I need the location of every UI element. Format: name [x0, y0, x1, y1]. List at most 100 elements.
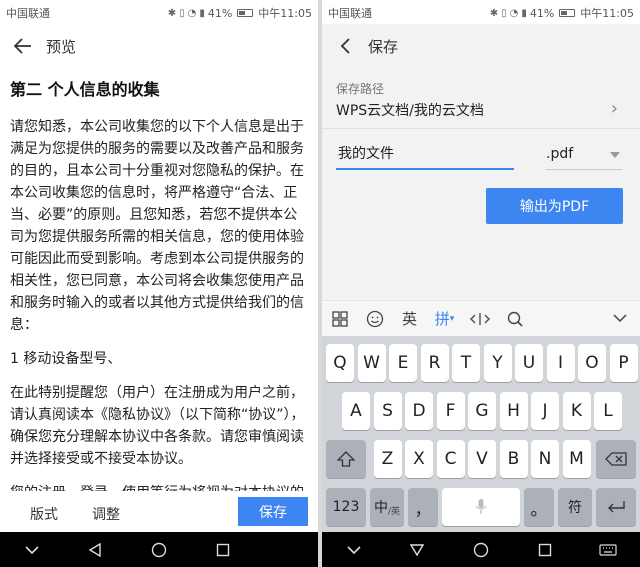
key-x[interactable]: X	[405, 440, 433, 478]
key-t[interactable]: T	[452, 344, 480, 382]
enter-arrow-icon	[608, 501, 625, 513]
signal-icon: ▮	[199, 7, 205, 19]
key-k[interactable]: K	[562, 392, 591, 430]
screenshot-composite: 中国联通 ✱ ▯ ◔ ▮ 41% 中午11:05 预览 第二 个人信息的收集 请…	[0, 0, 640, 567]
grid-menu-icon[interactable]	[322, 301, 357, 337]
system-nav-bar	[0, 532, 318, 567]
zh-label: 中	[373, 500, 388, 516]
enter-key[interactable]	[596, 488, 636, 526]
search-icon[interactable]	[497, 301, 532, 337]
dropdown-caret-icon: ▾	[449, 313, 455, 324]
key-j[interactable]: J	[531, 392, 559, 430]
save-button[interactable]: 保存	[238, 497, 308, 526]
soft-keyboard: Q W E R T Y U I O P A S D F G H J K L Z …	[322, 336, 640, 532]
section-heading: 第二 个人信息的收集	[10, 80, 160, 99]
nav-recent-icon[interactable]	[203, 532, 243, 567]
vibrate-icon: ▯	[501, 7, 507, 19]
keyboard-toolbar: 英 拼 ▾	[322, 300, 640, 336]
filename-input[interactable]: 我的文件	[336, 142, 514, 170]
extension-select[interactable]: .pdf	[546, 142, 622, 170]
nav-home-icon[interactable]	[461, 532, 501, 567]
status-bar: 中国联通 ✱ ▯ ◔ ▮ 41% 中午11:05	[0, 0, 318, 24]
key-n[interactable]: N	[531, 440, 559, 478]
key-b[interactable]: B	[499, 440, 528, 478]
emoji-icon[interactable]	[357, 301, 392, 337]
backspace-key[interactable]	[596, 440, 636, 478]
divider	[322, 128, 640, 129]
key-r[interactable]: R	[420, 344, 449, 382]
pinyin-mode-button[interactable]: 拼 ▾	[427, 301, 462, 337]
symbols-key[interactable]: 符	[558, 488, 592, 526]
paragraph: 您的注册、登录、使用等行为将视为对本协议的	[10, 482, 310, 491]
nav-back-icon[interactable]	[75, 532, 115, 567]
key-u[interactable]: U	[515, 344, 543, 382]
bluetooth-icon: ✱	[167, 7, 177, 19]
paragraph: 在此特别提醒您（用户）在注册成为用户之前，请认真阅读本《隐私协议》（以下简称“协…	[10, 385, 305, 467]
battery-icon	[237, 9, 254, 17]
carrier-name: 中国联通	[328, 7, 372, 20]
key-w[interactable]: W	[357, 344, 386, 382]
key-a[interactable]: A	[342, 392, 370, 430]
microphone-icon	[475, 499, 487, 514]
preview-screen: 中国联通 ✱ ▯ ◔ ▮ 41% 中午11:05 预览 第二 个人信息的收集 请…	[0, 0, 318, 567]
nav-down-icon[interactable]	[12, 532, 52, 567]
keyboard-switch-icon[interactable]	[588, 532, 628, 567]
app-header: 预览	[0, 24, 318, 68]
key-g[interactable]: G	[468, 392, 496, 430]
space-key[interactable]	[442, 488, 520, 526]
hide-keyboard-chevron-icon[interactable]	[600, 301, 640, 337]
app-header: 保存	[322, 24, 640, 68]
nav-home-icon[interactable]	[139, 532, 179, 567]
key-s[interactable]: S	[373, 392, 402, 430]
key-d[interactable]: D	[405, 392, 433, 430]
key-f[interactable]: F	[436, 392, 465, 430]
status-time: 中午11:05	[258, 7, 312, 20]
save-path-value[interactable]: WPS云文档/我的云文档	[336, 100, 484, 120]
backspace-icon	[605, 452, 627, 466]
nav-back-icon[interactable]	[397, 532, 437, 567]
key-c[interactable]: C	[436, 440, 465, 478]
shift-arrow-icon	[337, 451, 355, 467]
battery-percent: 41%	[207, 6, 233, 20]
chevron-right-icon[interactable]: ›	[611, 98, 618, 119]
shift-key[interactable]	[326, 440, 366, 478]
back-arrow-icon[interactable]	[0, 24, 46, 68]
cursor-move-icon[interactable]	[462, 301, 497, 337]
save-form: 保存路径 WPS云文档/我的云文档 › 我的文件 .pdf 输出为PDF	[322, 68, 640, 300]
document-content: 第二 个人信息的收集 请您知悉，本公司收集您的以下个人信息是出于满足为您提供的服…	[10, 76, 310, 491]
zh-en-switch-key[interactable]: 中/英	[370, 488, 404, 526]
battery-icon	[559, 9, 576, 17]
key-m[interactable]: M	[562, 440, 591, 478]
status-right: ✱ ▯ ◔ ▮ 41% 中午11:05	[168, 5, 312, 21]
paragraph: 请您知悉，本公司收集您的以下个人信息是出于满足为您提供的服务的需要以及改善产品和…	[10, 119, 304, 333]
lang-english-button[interactable]: 英	[392, 301, 427, 337]
layout-button[interactable]: 版式	[30, 504, 58, 524]
back-chevron-icon[interactable]	[322, 24, 368, 68]
system-nav-bar	[322, 532, 640, 567]
status-bar: 中国联通 ✱ ▯ ◔ ▮ 41% 中午11:05	[322, 0, 640, 24]
key-h[interactable]: H	[499, 392, 528, 430]
nav-recent-icon[interactable]	[525, 532, 565, 567]
comma-key[interactable]: ，	[408, 488, 438, 526]
save-screen: 中国联通 ✱ ▯ ◔ ▮ 41% 中午11:05 保存 保存路径 WPS云文档/…	[322, 0, 640, 567]
key-y[interactable]: Y	[483, 344, 512, 382]
key-q[interactable]: Q	[326, 344, 354, 382]
adjust-button[interactable]: 调整	[92, 504, 120, 524]
nav-down-icon[interactable]	[334, 532, 374, 567]
key-v[interactable]: V	[468, 440, 496, 478]
key-i[interactable]: I	[546, 344, 575, 382]
key-z[interactable]: Z	[373, 440, 402, 478]
page-title: 预览	[46, 37, 77, 56]
key-l[interactable]: L	[594, 392, 622, 430]
extension-value: .pdf	[546, 146, 574, 162]
key-o[interactable]: O	[578, 344, 606, 382]
period-key[interactable]: 。	[524, 488, 554, 526]
key-e[interactable]: E	[389, 344, 417, 382]
export-pdf-button[interactable]: 输出为PDF	[486, 188, 623, 224]
numbers-key[interactable]: 123	[326, 488, 366, 526]
caret-down-icon	[610, 152, 620, 158]
en-sub-label: /英	[387, 506, 401, 517]
bluetooth-icon: ✱	[489, 7, 499, 19]
key-p[interactable]: P	[609, 344, 638, 382]
